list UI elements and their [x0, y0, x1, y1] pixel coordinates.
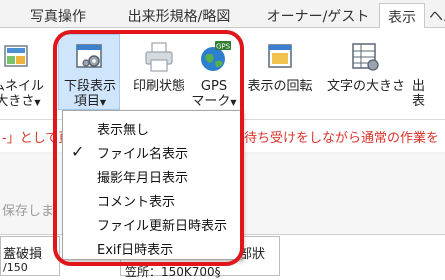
lower-display-dropdown: 表示無し ✓ ファイル名表示 撮影年月日表示 コメント表示 ファイル更新日時表示… — [62, 110, 242, 260]
table-gear-icon — [349, 40, 383, 74]
print-state-button[interactable]: 印刷状態 — [128, 40, 190, 109]
gps-mark-button[interactable]: GPS GPS マーク▼ — [190, 40, 238, 110]
tab-photo-ops[interactable]: 写真操作 — [22, 3, 94, 28]
menu-item-exif-date[interactable]: Exif日時表示 — [63, 237, 241, 259]
output-icon — [412, 40, 445, 74]
tab-help[interactable]: ヘルプ — [429, 3, 445, 28]
thumbnail-icon — [1, 40, 35, 74]
thumbnail-size-label: ムネイル 大きさ▼ — [0, 79, 44, 109]
window-gear-icon — [73, 40, 107, 74]
tab-dekigata[interactable]: 出来形規格/略図 — [110, 3, 248, 28]
printer-icon — [142, 40, 176, 74]
app-window: 写真操作 出来形規格/略図 オーナー/ゲスト 表示 ヘルプ ムネイル 大きさ▼ — [0, 0, 445, 280]
check-icon: ✓ — [71, 142, 85, 161]
gps-mark-label: GPS マーク▼ — [191, 79, 237, 109]
notice-text-right: 待ち受けをしながら通常の作業を — [244, 130, 440, 146]
photo-cell-left[interactable]: 蓋破損 /150 — [0, 236, 60, 276]
tab-owner-guest[interactable]: オーナー/ゲスト — [262, 3, 374, 28]
menu-item-filename[interactable]: ✓ ファイル名表示 — [63, 141, 241, 163]
lower-display-item-button[interactable]: 下段表示 項目▼ — [58, 34, 120, 110]
ribbon-tab-bar: 写真操作 出来形規格/略図 オーナー/ゲスト 表示 ヘルプ — [0, 0, 445, 29]
photo-cell-location: 笠所：150K700§ — [125, 265, 221, 279]
menu-item-file-updated[interactable]: ファイル更新日時表示 — [63, 213, 241, 235]
menu-item-no-display[interactable]: 表示無し — [63, 117, 241, 139]
tab-view[interactable]: 表示 — [379, 3, 425, 29]
photo-cell-side-text: 部狀 — [239, 247, 266, 262]
font-size-label: 文字の大きさ — [326, 79, 405, 94]
photo-cell-number: /150 — [3, 261, 28, 274]
photo-cell-title: 蓋破損 — [3, 247, 43, 262]
globe-gps-icon: GPS — [197, 40, 231, 74]
display-rotation-label: 表示の回転 — [247, 79, 313, 94]
thumbnail-size-button[interactable]: ムネイル 大きさ▼ — [0, 40, 46, 110]
gps-badge-text: GPS — [216, 43, 231, 51]
lower-display-item-label: 下段表示 項目▼ — [63, 79, 116, 109]
save-hint-text: 保存しま — [2, 204, 55, 219]
output-label: 出 表 — [412, 79, 426, 109]
display-rotation-button[interactable]: 表示の回転 — [244, 40, 316, 109]
menu-item-comment[interactable]: コメント表示 — [63, 189, 241, 211]
menu-item-shoot-date[interactable]: 撮影年月日表示 — [63, 165, 241, 187]
font-size-button[interactable]: 文字の大きさ — [324, 40, 408, 109]
rotate-window-icon — [263, 40, 297, 74]
ribbon-panel: ムネイル 大きさ▼ 下段表示 項目▼ — [0, 28, 445, 120]
notice-text-left: -」として頁 — [2, 130, 72, 146]
output-button[interactable]: 出 表 — [412, 40, 445, 109]
print-state-label: 印刷状態 — [132, 79, 185, 94]
